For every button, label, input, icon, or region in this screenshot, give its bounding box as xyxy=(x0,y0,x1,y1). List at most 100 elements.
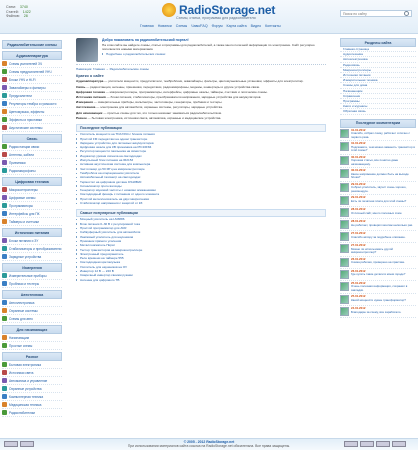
nav-item[interactable]: Схемы xyxy=(176,24,187,28)
comment-item[interactable]: 24.01.2012 Благодарю за схему, все зарабо… xyxy=(340,306,416,319)
paragraph-heading[interactable]: Связь xyxy=(76,85,85,89)
sidebar-item[interactable]: Источники света xyxy=(2,369,62,377)
sidebar-item[interactable]: Блоки питания и ЗУ xyxy=(2,237,62,245)
sidebar-item[interactable]: Охранные системы xyxy=(2,307,62,315)
sidebar-item[interactable]: Радиомикрофоны xyxy=(2,167,62,175)
sidebar-item[interactable]: Медицинская техника xyxy=(2,401,62,409)
comment-body: 31.01.2012 Подскажите, чем можно заменить… xyxy=(351,142,416,153)
paragraph-heading[interactable]: Разное xyxy=(76,116,87,120)
sidebar-item[interactable]: Схемы предусилителей УНЧ xyxy=(2,68,62,76)
thumbnail-icon xyxy=(340,257,349,267)
sidebar-item[interactable]: Компьютерная техника xyxy=(2,393,62,401)
counter-icon[interactable] xyxy=(344,441,358,447)
sidebar-item-label: Радиолюбителям xyxy=(9,410,35,415)
comment-item[interactable]: 31.01.2012 Спасибо, собрал схему, работае… xyxy=(340,128,416,142)
category-icon xyxy=(2,211,7,216)
paragraph-heading[interactable]: Цифровая техника xyxy=(76,90,105,94)
comment-item[interactable]: 30.01.2012 Хорошая статья, все понятно да… xyxy=(340,155,416,169)
paragraph-heading[interactable]: Для начинающих xyxy=(76,111,103,115)
counter-icon[interactable] xyxy=(360,441,374,447)
sidebar-item[interactable]: Интерфейсы для ПК xyxy=(2,210,62,218)
comment-item[interactable]: 30.01.2012 Какое напряжение должно быть н… xyxy=(340,168,416,182)
comment-text: Собрал усилитель, звучит очень хорошо, р… xyxy=(351,185,407,193)
sidebar-item[interactable]: Простые схемы xyxy=(2,342,62,350)
category-icon xyxy=(2,219,7,224)
comment-item[interactable]: 27.01.2012 Можно ли использовать другой м… xyxy=(340,243,416,257)
sidebar-item[interactable]: Блоки УНЧ и Hi-Fi xyxy=(2,76,62,84)
sidebar-item[interactable]: Пробники и тестеры xyxy=(2,280,62,288)
sidebar-item[interactable]: Предусилители xyxy=(2,92,62,100)
comment-item[interactable]: 25.01.2012 Какой мощности нужен трансформ… xyxy=(340,294,416,307)
sidebar-item[interactable]: Программаторы xyxy=(2,202,62,210)
sidebar-item[interactable]: Радиолюбителям xyxy=(2,409,62,417)
thumbnail-icon xyxy=(340,182,349,192)
paragraph-heading[interactable]: Источники питания xyxy=(76,95,106,99)
sidebar-item[interactable]: Эффекты и приставки xyxy=(2,116,62,124)
sidebar-item[interactable]: Радиостанции связи xyxy=(2,143,62,151)
nav-item[interactable]: Главная xyxy=(140,24,154,28)
sidebar-item[interactable]: Эквалайзеры и фильтры xyxy=(2,84,62,92)
paragraph-heading[interactable]: Измерения xyxy=(76,100,93,104)
comment-item[interactable]: 26.01.2012 Схема рабочая, проверено на пр… xyxy=(340,257,416,269)
paragraph-heading[interactable]: Автотехника xyxy=(76,105,95,109)
popular-link[interactable]: Антенна для цифрового ТВ xyxy=(76,278,326,282)
sidebar-section-title: Источники питания xyxy=(2,228,62,237)
nav-item[interactable]: Видео xyxy=(251,24,262,28)
sidebar-item[interactable]: Цветомузыка, эффекты xyxy=(2,108,62,116)
sidebar-item[interactable]: Автоматика и управление xyxy=(2,377,62,385)
search-icon[interactable] xyxy=(404,11,409,16)
paragraph-heading[interactable]: Аудиоаппаратура xyxy=(76,79,103,83)
sidebar-item[interactable]: Цифровые схемы xyxy=(2,194,62,202)
nav-item[interactable]: Новинки xyxy=(158,24,172,28)
comment-item[interactable]: 29.01.2012 Собрал усилитель, звучит очень… xyxy=(340,182,416,196)
nav-item[interactable]: Форум xyxy=(212,24,223,28)
category-icon xyxy=(2,335,7,340)
intro-block: Добро пожаловать на радиолюбительский по… xyxy=(76,38,326,65)
intro-link[interactable]: Подробнее о радиолюбительских схемах xyxy=(102,52,326,56)
sidebar-item[interactable]: Бытовая электроника xyxy=(2,361,62,369)
nav-item[interactable]: Контакты xyxy=(265,24,281,28)
thumbnail-icon xyxy=(340,244,349,254)
nav-item[interactable]: Карта сайта xyxy=(227,24,247,28)
paragraph-text: — усилители мощности, предусилители, тем… xyxy=(103,79,304,84)
breadcrumb[interactable]: Навигация: Главная → Радиолюбительские с… xyxy=(76,67,326,71)
nav-item[interactable]: Чаво/FAQ xyxy=(191,24,207,28)
sidebar-item[interactable]: Охранные устройства xyxy=(2,385,62,393)
latest-link[interactable]: Стабилизатор напряжения с защитой от КЗ xyxy=(76,201,326,205)
comment-item[interactable]: 25.01.2012 Очень полезная информация, сох… xyxy=(340,281,416,295)
sidebar-item[interactable]: Стабилизаторы и преобразователи xyxy=(2,245,62,253)
sidebar-item[interactable]: Зарядные устройства xyxy=(2,253,62,261)
comment-item[interactable]: 26.01.2012 Где купить такие детали в моем… xyxy=(340,269,416,281)
category-icon xyxy=(2,101,7,106)
sidebar-item[interactable]: Приемники xyxy=(2,159,62,167)
sidebar-item-label: Компьютерная техника xyxy=(9,394,44,399)
category-icon xyxy=(2,273,7,278)
comment-item[interactable]: 27.01.2012 Спасибо автору за подробное оп… xyxy=(340,231,416,244)
site-stats: Схем: 3740 Статей: 1422 Файлов: 28 xyxy=(6,5,31,19)
sidebar-item-label: Цветомузыка, эффекты xyxy=(9,109,45,114)
comment-item[interactable]: 31.01.2012 Подскажите, чем можно заменить… xyxy=(340,141,416,155)
search-input[interactable] xyxy=(340,10,412,17)
sidebar-item[interactable]: Микроконтроллеры xyxy=(2,186,62,194)
comment-item[interactable]: 28.01.2012 Не работает, проверил монтаж н… xyxy=(340,219,416,232)
comment-item[interactable]: 29.01.2012 Есть ли печатная плата для это… xyxy=(340,195,416,208)
sidebar-section-title: Автотехника xyxy=(2,290,62,299)
logo[interactable]: RadioStorage.net xyxy=(162,3,275,17)
sidebar-item[interactable]: Схемы для авто xyxy=(2,315,62,323)
counter-icon[interactable] xyxy=(392,441,406,447)
sidebar-item[interactable]: Измерительные приборы xyxy=(2,272,62,280)
sidebar-item[interactable]: Таймеры и счетчики xyxy=(2,218,62,226)
sidebar-item[interactable]: Автоэлектроника xyxy=(2,299,62,307)
thumbnail-icon xyxy=(340,169,349,179)
sidebar-item[interactable]: Антенны, кабели xyxy=(2,151,62,159)
badge-icon[interactable] xyxy=(20,441,34,447)
thumbnail-icon xyxy=(340,295,349,305)
badge-icon[interactable] xyxy=(4,441,18,447)
sidebar-item[interactable]: Схемы усилителей ЗЧ xyxy=(2,60,62,68)
section-link[interactable]: Обратная связь xyxy=(340,109,416,115)
comment-item[interactable]: 28.01.2012 Отличный сайт, много полезных … xyxy=(340,207,416,220)
sidebar-item[interactable]: Начинающим xyxy=(2,334,62,342)
sidebar-item[interactable]: Акустические системы xyxy=(2,124,62,132)
sidebar-item[interactable]: Регуляторы тембра и громкости xyxy=(2,100,62,108)
counter-icon[interactable] xyxy=(376,441,390,447)
